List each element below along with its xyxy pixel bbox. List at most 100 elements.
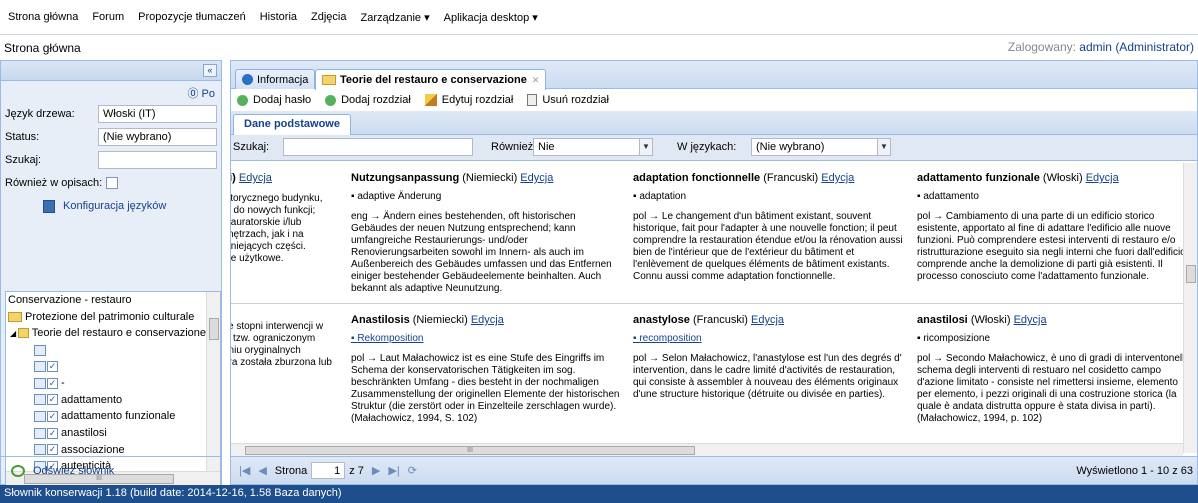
tree-item[interactable]: ✓ adattamento funzionale xyxy=(6,408,206,425)
status-label: Status: xyxy=(5,130,40,143)
entry-description-line: processo conosciuto come l'adattamento f… xyxy=(917,271,1150,282)
tree-search-input[interactable] xyxy=(98,150,217,169)
checkbox-icon[interactable]: ✓ xyxy=(47,377,58,389)
entry-description-line: einiger bestehender Gebäudeelemente bein… xyxy=(351,271,602,282)
top-menu: Strona główna Forum Propozycje tłumaczeń… xyxy=(0,0,1198,34)
entry-description-line: staurator­skie i/lub xyxy=(231,217,302,228)
tree-item[interactable]: ✓ xyxy=(6,358,206,375)
menu-photos[interactable]: Zdjęcia xyxy=(311,11,346,23)
page-input[interactable]: 1 xyxy=(311,462,346,479)
grid-vertical-scrollbar[interactable] xyxy=(1183,163,1197,453)
tree-item-label: associazione xyxy=(61,443,125,456)
tree-language-select[interactable]: Włoski (IT) xyxy=(98,104,217,123)
entry-description-line: pol → Selon Małachowicz, l'anastylose es… xyxy=(633,353,902,364)
checkbox-icon[interactable]: ✓ xyxy=(47,427,58,439)
scroll-thumb[interactable] xyxy=(1186,265,1196,283)
tree-item-label: anastilosi xyxy=(61,427,107,440)
tree-node-protezione[interactable]: Protezione del patrimonio culturale xyxy=(6,309,206,326)
refresh-dictionary-button[interactable]: Odśwież słownik xyxy=(1,456,221,484)
last-page-icon[interactable]: ▶| xyxy=(388,464,399,477)
status-bar: Słownik konserwacji 1.18 (build date: 20… xyxy=(0,485,1198,503)
edit-link[interactable]: Edycja xyxy=(1086,172,1119,184)
edit-link[interactable]: Edycja xyxy=(239,172,272,184)
page-title: Strona główna xyxy=(4,40,81,55)
user-name[interactable]: admin (Administrator) xyxy=(1079,40,1194,54)
grid-search-input[interactable] xyxy=(283,138,473,156)
status-select[interactable]: (Nie wybrano) xyxy=(98,127,217,146)
edit-link[interactable]: Edycja xyxy=(520,172,553,184)
entry-description-line: l'enlèvement de quelques éléments de bât… xyxy=(633,259,890,270)
language-config-button[interactable]: Konfiguracja języków xyxy=(5,195,217,217)
tree-item[interactable]: ✓ - xyxy=(6,375,206,392)
left-panel: « ⓪ Po Język drzewa: Włoski (IT) Status:… xyxy=(0,60,222,487)
entry-description-line: d'azione limitato - consiste nel rimette… xyxy=(917,377,1178,388)
edit-link[interactable]: Edycja xyxy=(751,314,784,326)
tree-language-row: Język drzewa: Włoski (IT) xyxy=(5,103,217,124)
tab-teorie[interactable]: Teorie del restauro e conservazione ✕ xyxy=(315,69,547,90)
entry-term: adattamento funzionale xyxy=(917,172,1040,184)
grid-lang-label: W językach: xyxy=(677,141,737,153)
desc-checkbox[interactable] xyxy=(106,176,119,189)
checkbox-icon[interactable]: ✓ xyxy=(47,444,58,456)
menu-home[interactable]: Strona główna xyxy=(8,11,78,23)
expand-arrow-icon[interactable]: ◢ xyxy=(10,329,16,338)
scroll-thumb[interactable]: III xyxy=(245,446,695,455)
grid-cell: ce stopni interwencji ww tzw. ograniczon… xyxy=(231,313,343,443)
term-icon xyxy=(34,377,46,389)
tree-node-teorie[interactable]: ◢ Teorie del restauro e conservazione xyxy=(6,325,206,342)
entry-heading: ki) Edycja xyxy=(231,171,343,185)
edit-link[interactable]: Edycja xyxy=(821,172,854,184)
trash-icon xyxy=(527,94,538,106)
button-label: Dodaj rozdział xyxy=(341,94,411,106)
entry-description-line: stniejących części. xyxy=(231,241,306,252)
edit-chapter-button[interactable]: Edytuj rozdział xyxy=(424,94,513,106)
delete-chapter-button[interactable]: Usuń rozdział xyxy=(527,94,609,106)
grid-lang-select[interactable]: (Nie wybrano) xyxy=(751,138,891,156)
search-row: Szukaj: xyxy=(5,149,217,170)
close-tab-icon[interactable]: ✕ xyxy=(532,75,540,86)
menu-desktop-app[interactable]: Aplikacja desktop ▾ xyxy=(444,11,538,24)
refresh-icon[interactable]: ⟳ xyxy=(408,464,417,477)
help-button[interactable]: ⓪ Po xyxy=(187,85,215,101)
tree-item[interactable]: ✓ adattamento xyxy=(6,392,206,409)
grid-desc-select[interactable]: Nie xyxy=(533,138,653,156)
entry-description-line: comprendre la restauration étendue et/ou… xyxy=(633,235,903,246)
next-page-icon[interactable]: ▶ xyxy=(372,464,380,477)
menu-admin[interactable]: Zarządzanie ▾ xyxy=(360,11,429,24)
menu-history[interactable]: Historia xyxy=(260,11,297,23)
row-separator xyxy=(231,303,1183,304)
status-row: Status: (Nie wybrano) xyxy=(5,126,217,147)
entry-language: (Włoski) xyxy=(1042,172,1083,184)
tree-item[interactable] xyxy=(6,342,206,359)
add-chapter-button[interactable]: Dodaj rozdział xyxy=(325,94,411,106)
grid-cell: anastilosi (Włoski) Edycja ▪ ricomposizio… xyxy=(917,313,1183,443)
desc-label: Również w opisach: xyxy=(5,176,103,189)
entry-heading: anastilosi (Włoski) Edycja xyxy=(917,313,1183,327)
action-toolbar: Dodaj hasło Dodaj rozdział Edytuj rozdzi… xyxy=(231,89,1197,111)
checkbox-icon[interactable]: ✓ xyxy=(47,361,58,373)
menu-translations[interactable]: Propozycje tłumaczeń xyxy=(138,11,246,23)
tab-basic-data[interactable]: Dane podstawowe xyxy=(233,114,351,135)
chevron-down-icon[interactable]: ▼ xyxy=(639,138,653,156)
refresh-icon xyxy=(11,464,25,477)
entry-language: (Francuski) xyxy=(763,172,819,184)
scroll-thumb[interactable] xyxy=(209,318,219,340)
tree-vertical-scrollbar[interactable] xyxy=(206,292,220,472)
prev-page-icon[interactable]: ◀ xyxy=(258,464,266,477)
add-entry-button[interactable]: Dodaj hasło xyxy=(237,94,311,106)
menu-forum[interactable]: Forum xyxy=(92,11,124,23)
collapse-panel-button[interactable]: « xyxy=(203,64,217,77)
tree-root[interactable]: Conservazione - restauro xyxy=(6,292,206,309)
tab-info[interactable]: Informacja xyxy=(235,69,316,89)
grid-horizontal-scrollbar[interactable]: III xyxy=(231,443,1183,456)
edit-link[interactable]: Edycja xyxy=(471,314,504,326)
chevron-down-icon[interactable]: ▼ xyxy=(877,138,891,156)
term-icon xyxy=(34,394,46,406)
checkbox-icon[interactable]: ✓ xyxy=(47,410,58,422)
tree-item[interactable]: ✓ anastilosi xyxy=(6,425,206,442)
entry-description-line: Außenbereich des Gebäudes umfassen und d… xyxy=(351,259,612,270)
checkbox-icon[interactable]: ✓ xyxy=(47,394,58,406)
entry-description-line: pol → Le changement d'un bâtiment exista… xyxy=(633,211,872,222)
first-page-icon[interactable]: |◀ xyxy=(239,464,250,477)
edit-link[interactable]: Edycja xyxy=(1014,314,1047,326)
